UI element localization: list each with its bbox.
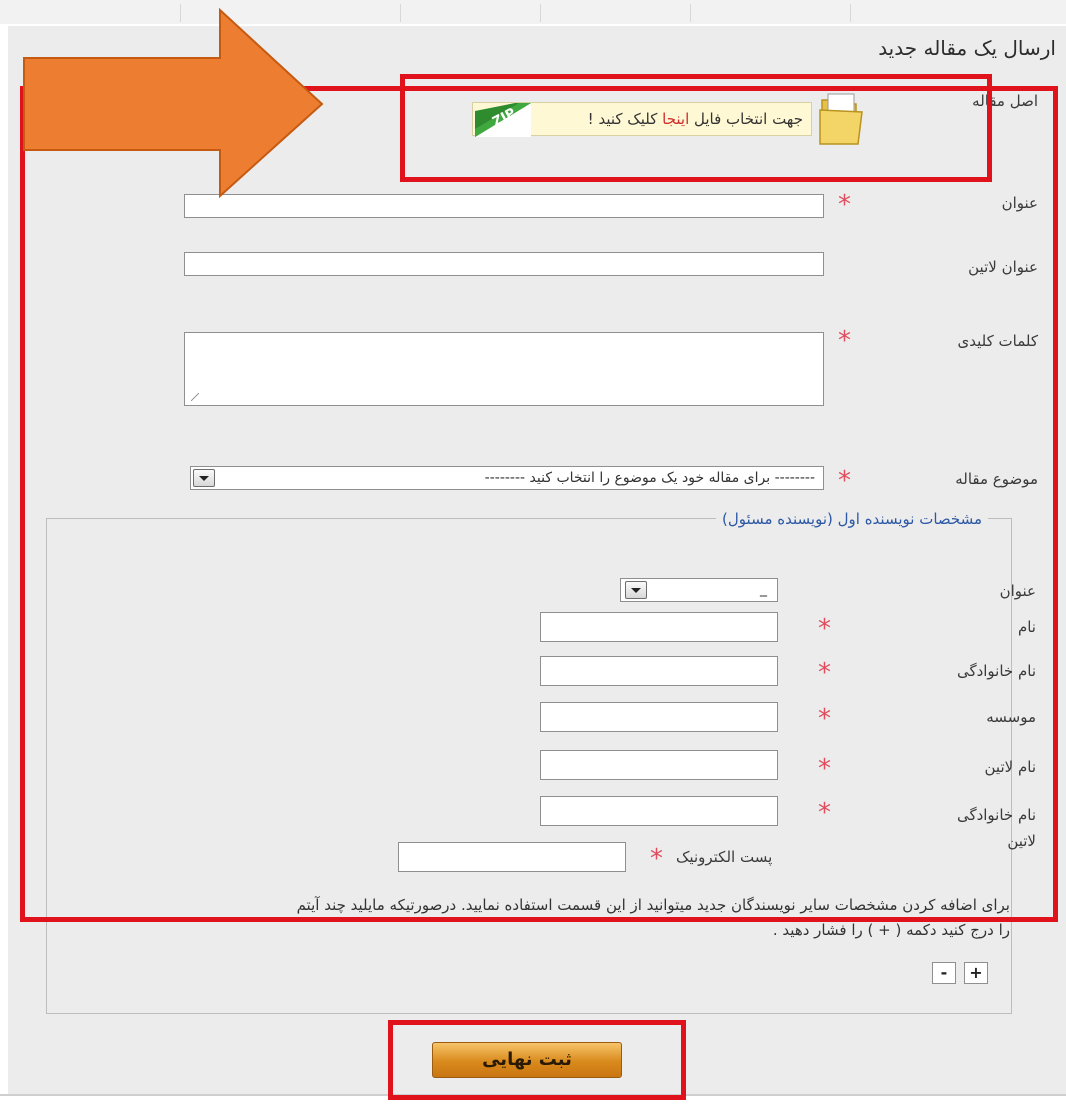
annotation-form-box (20, 86, 1058, 922)
remove-author-button[interactable]: - (932, 962, 956, 984)
page-title: ارسال یک مقاله جدید (878, 36, 1056, 60)
annotation-arrow-icon (23, 7, 324, 199)
add-author-button[interactable]: + (964, 962, 988, 984)
annotation-upload-box (400, 74, 992, 182)
annotation-submit-box (388, 1020, 686, 1100)
